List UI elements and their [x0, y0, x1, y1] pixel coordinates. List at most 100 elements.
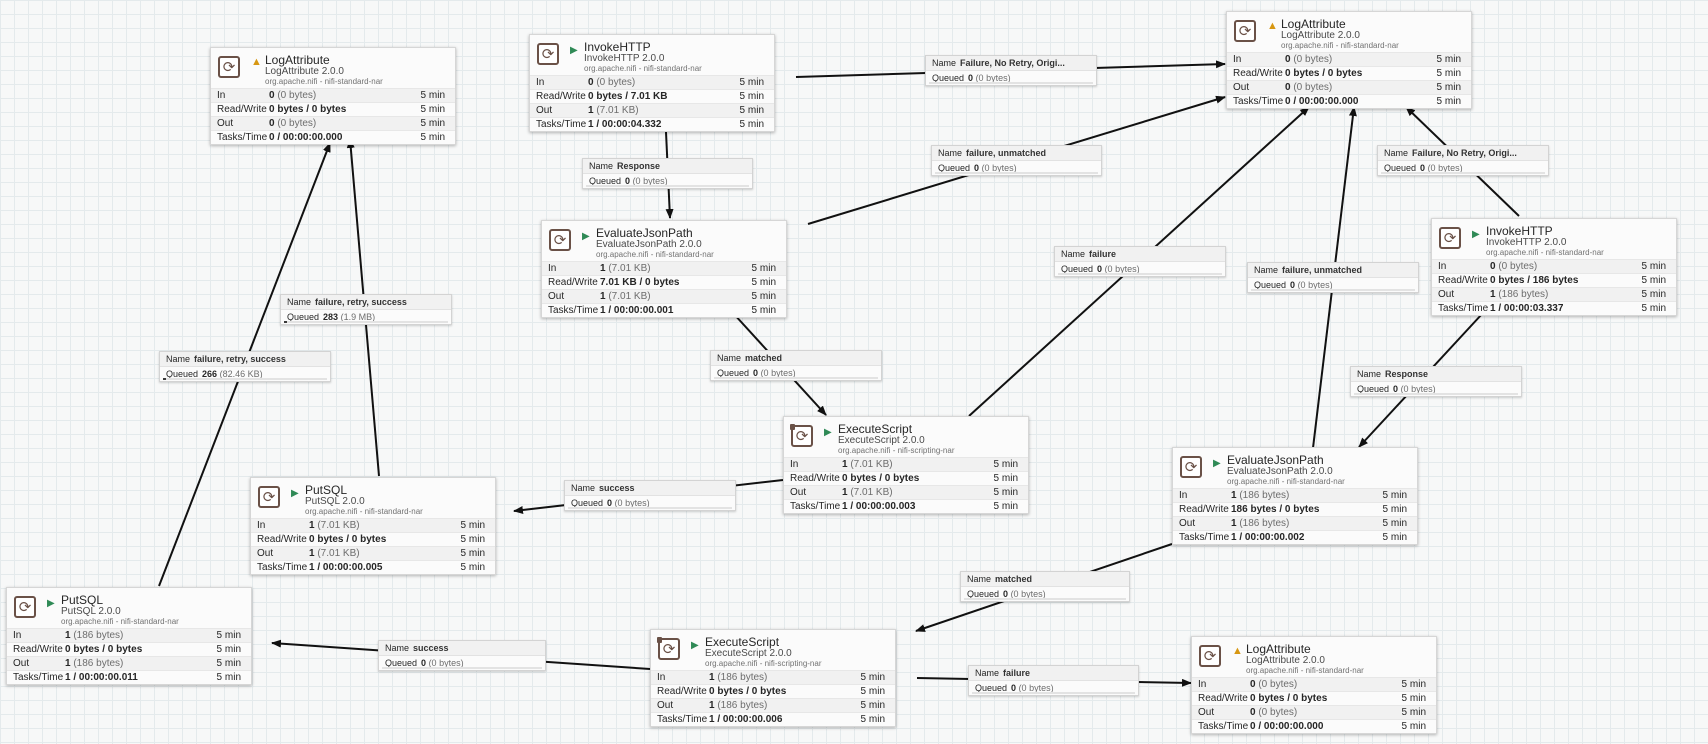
queue-bar — [935, 172, 1098, 174]
processor-http2[interactable]: ⟳ ▶ InvokeHTTP InvokeHTTP 2.0.0 org.apac… — [1431, 218, 1677, 316]
connection-label-c7[interactable]: Name failure, unmatched Queued 0 (0 bytes) — [1247, 262, 1419, 293]
stat-label: Tasks/Time — [548, 305, 599, 316]
processor-header: ⟳ ▶ InvokeHTTP InvokeHTTP 2.0.0 org.apac… — [530, 35, 774, 75]
stat-row-out: Out 1 (186 bytes) 5 min — [651, 698, 895, 712]
connection-label-c4[interactable]: Name Failure, No Retry, Origi... Queued 0 … — [1377, 145, 1549, 176]
play-icon: ▶ — [570, 45, 578, 56]
processor-script2[interactable]: ⟳ ▶ ExecuteScript ExecuteScript 2.0.0 or… — [650, 629, 896, 727]
connection-label-c5[interactable]: Name failure, retry, success Queued 283 (1… — [280, 294, 452, 325]
stat-row-read-write: Read/Write 0 bytes / 0 bytes 5 min — [251, 532, 495, 546]
queue-fill — [163, 378, 167, 380]
stat-label: Tasks/Time — [657, 714, 708, 725]
stat-row-out: Out 1 (186 bytes) 5 min — [7, 656, 251, 670]
stat-label: Tasks/Time — [1233, 96, 1284, 107]
warning-icon: ▲ — [251, 56, 262, 68]
stat-label: In — [548, 263, 557, 274]
stat-value: 0 (0 bytes) — [1285, 53, 1332, 66]
stat-count: 1 — [842, 459, 848, 470]
processor-type: EvaluateJsonPath 2.0.0 — [1227, 466, 1333, 477]
stat-size: (7.01 KB) — [608, 291, 651, 302]
processor-header: ⟳ ▶ ExecuteScript ExecuteScript 2.0.0 or… — [651, 630, 895, 670]
stat-row-out: Out 1 (186 bytes) 5 min — [1173, 516, 1417, 530]
processor-type: PutSQL 2.0.0 — [61, 606, 121, 617]
queue-bar — [284, 321, 448, 323]
stat-label: Tasks/Time — [217, 132, 268, 143]
stat-row-tasks-time: Tasks/Time 1 / 00:00:00.006 5 min — [651, 712, 895, 726]
connection-label-c8[interactable]: Name failure, retry, success Queued 266 (8… — [159, 351, 331, 382]
stat-size: (0 bytes) — [1498, 261, 1538, 272]
stat-tasks: 1 / 00:00:00.002 — [1231, 532, 1305, 543]
processor-name: LogAttribute — [265, 53, 330, 67]
processor-putsql1[interactable]: ⟳ ▶ PutSQL PutSQL 2.0.0 org.apache.nifi … — [250, 477, 496, 575]
connection-label-c1[interactable]: Name Failure, No Retry, Origi... Queued 0 … — [925, 55, 1097, 86]
processor-eval2[interactable]: ⟳ ▶ EvaluateJsonPath EvaluateJsonPath 2.… — [1172, 447, 1418, 545]
stat-count: 1 — [1231, 490, 1237, 501]
connection-name-row: Name failure — [969, 666, 1138, 681]
stat-size: (7.01 KB) — [850, 487, 893, 498]
stat-window: 5 min — [860, 672, 885, 683]
connection-label-c9[interactable]: Name matched Queued 0 (0 bytes) — [710, 350, 882, 381]
processor-http1[interactable]: ⟳ ▶ InvokeHTTP InvokeHTTP 2.0.0 org.apac… — [529, 34, 775, 132]
connection-label-c6[interactable]: Name failure Queued 0 (0 bytes) — [1054, 246, 1226, 277]
stat-size: (186 bytes) — [1239, 518, 1290, 529]
processor-name: ExecuteScript — [705, 635, 780, 649]
processor-eval1[interactable]: ⟳ ▶ EvaluateJsonPath EvaluateJsonPath 2.… — [541, 220, 787, 318]
stat-value: 0 (0 bytes) — [1490, 260, 1537, 273]
stat-label: Out — [657, 700, 674, 711]
name-label: Name — [717, 353, 742, 363]
stat-count: 0 — [1250, 707, 1256, 718]
warning-icon: ▲ — [1232, 645, 1243, 657]
stat-value: 1 (7.01 KB) — [588, 104, 639, 117]
script-processor-icon: ⟳ — [657, 637, 680, 660]
stat-count: 0 — [1285, 54, 1291, 65]
play-icon: ▶ — [824, 427, 832, 438]
processor-header: ⟳ ▶ PutSQL PutSQL 2.0.0 org.apache.nifi … — [251, 478, 495, 518]
queue-bar — [1381, 172, 1545, 174]
stat-window: 5 min — [1401, 721, 1426, 732]
processor-icon: ⟳ — [14, 596, 36, 618]
connection-label-c2[interactable]: Name Response Queued 0 (0 bytes) — [582, 158, 753, 189]
stat-value: 186 bytes / 0 bytes — [1231, 503, 1319, 516]
stat-label: In — [217, 90, 226, 101]
processor-log1[interactable]: ⟳ ▲ LogAttribute LogAttribute 2.0.0 org.… — [210, 47, 456, 145]
stat-value: 1 / 00:00:03.337 — [1490, 302, 1563, 315]
processor-log2[interactable]: ⟳ ▲ LogAttribute LogAttribute 2.0.0 org.… — [1226, 11, 1472, 109]
processor-script1[interactable]: ⟳ ▶ ExecuteScript ExecuteScript 2.0.0 or… — [783, 416, 1029, 514]
stat-label: Out — [1438, 289, 1455, 300]
connection-label-c10[interactable]: Name Response Queued 0 (0 bytes) — [1350, 366, 1522, 397]
connection-name: Failure, No Retry, Origi... — [1412, 148, 1517, 158]
processor-header: ⟳ ▲ LogAttribute LogAttribute 2.0.0 org.… — [1192, 637, 1436, 677]
stat-row-in: In 1 (186 bytes) 5 min — [1173, 488, 1417, 502]
stat-value: 0 bytes / 0 bytes — [1250, 692, 1327, 705]
processor-type: InvokeHTTP 2.0.0 — [584, 53, 665, 64]
connection-label-c14[interactable]: Name failure Queued 0 (0 bytes) — [968, 665, 1139, 696]
stat-window: 5 min — [1382, 532, 1407, 543]
queue-bar — [929, 82, 1093, 84]
processor-name: PutSQL — [61, 593, 104, 607]
stat-window: 5 min — [216, 658, 241, 669]
processor-type: PutSQL 2.0.0 — [305, 496, 365, 507]
stat-window: 5 min — [1436, 68, 1461, 79]
stat-label: Tasks/Time — [13, 672, 64, 683]
processor-type: LogAttribute 2.0.0 — [265, 66, 344, 77]
connection-name-row: Name success — [379, 641, 545, 656]
connection-label-c11[interactable]: Name success Queued 0 (0 bytes) — [564, 480, 736, 511]
connection-label-c12[interactable]: Name matched Queued 0 (0 bytes) — [960, 571, 1130, 602]
processor-putsql2[interactable]: ⟳ ▶ PutSQL PutSQL 2.0.0 org.apache.nifi … — [6, 587, 252, 685]
connection-name-row: Name matched — [711, 351, 881, 366]
stat-size: (186 bytes) — [73, 658, 124, 669]
stat-count: 0 — [269, 118, 275, 129]
connection-label-c13[interactable]: Name success Queued 0 (0 bytes) — [378, 640, 546, 671]
stat-value: 1 (186 bytes) — [1490, 288, 1548, 301]
flow-canvas[interactable]: ⟳ ▲ LogAttribute LogAttribute 2.0.0 org.… — [0, 0, 1708, 744]
stat-window: 5 min — [1382, 518, 1407, 529]
stat-size: (186 bytes) — [1498, 289, 1549, 300]
stat-value: 1 (7.01 KB) — [600, 262, 651, 275]
connection-name-row: Name failure — [1055, 247, 1225, 262]
stat-row-tasks-time: Tasks/Time 1 / 00:00:03.337 5 min — [1432, 301, 1676, 315]
connection-name: failure — [1003, 668, 1031, 678]
processor-log3[interactable]: ⟳ ▲ LogAttribute LogAttribute 2.0.0 org.… — [1191, 636, 1437, 734]
stat-bytes: 0 bytes / 0 bytes — [1250, 693, 1328, 704]
connection-name: success — [413, 643, 449, 653]
connection-label-c3[interactable]: Name failure, unmatched Queued 0 (0 bytes) — [931, 145, 1102, 176]
